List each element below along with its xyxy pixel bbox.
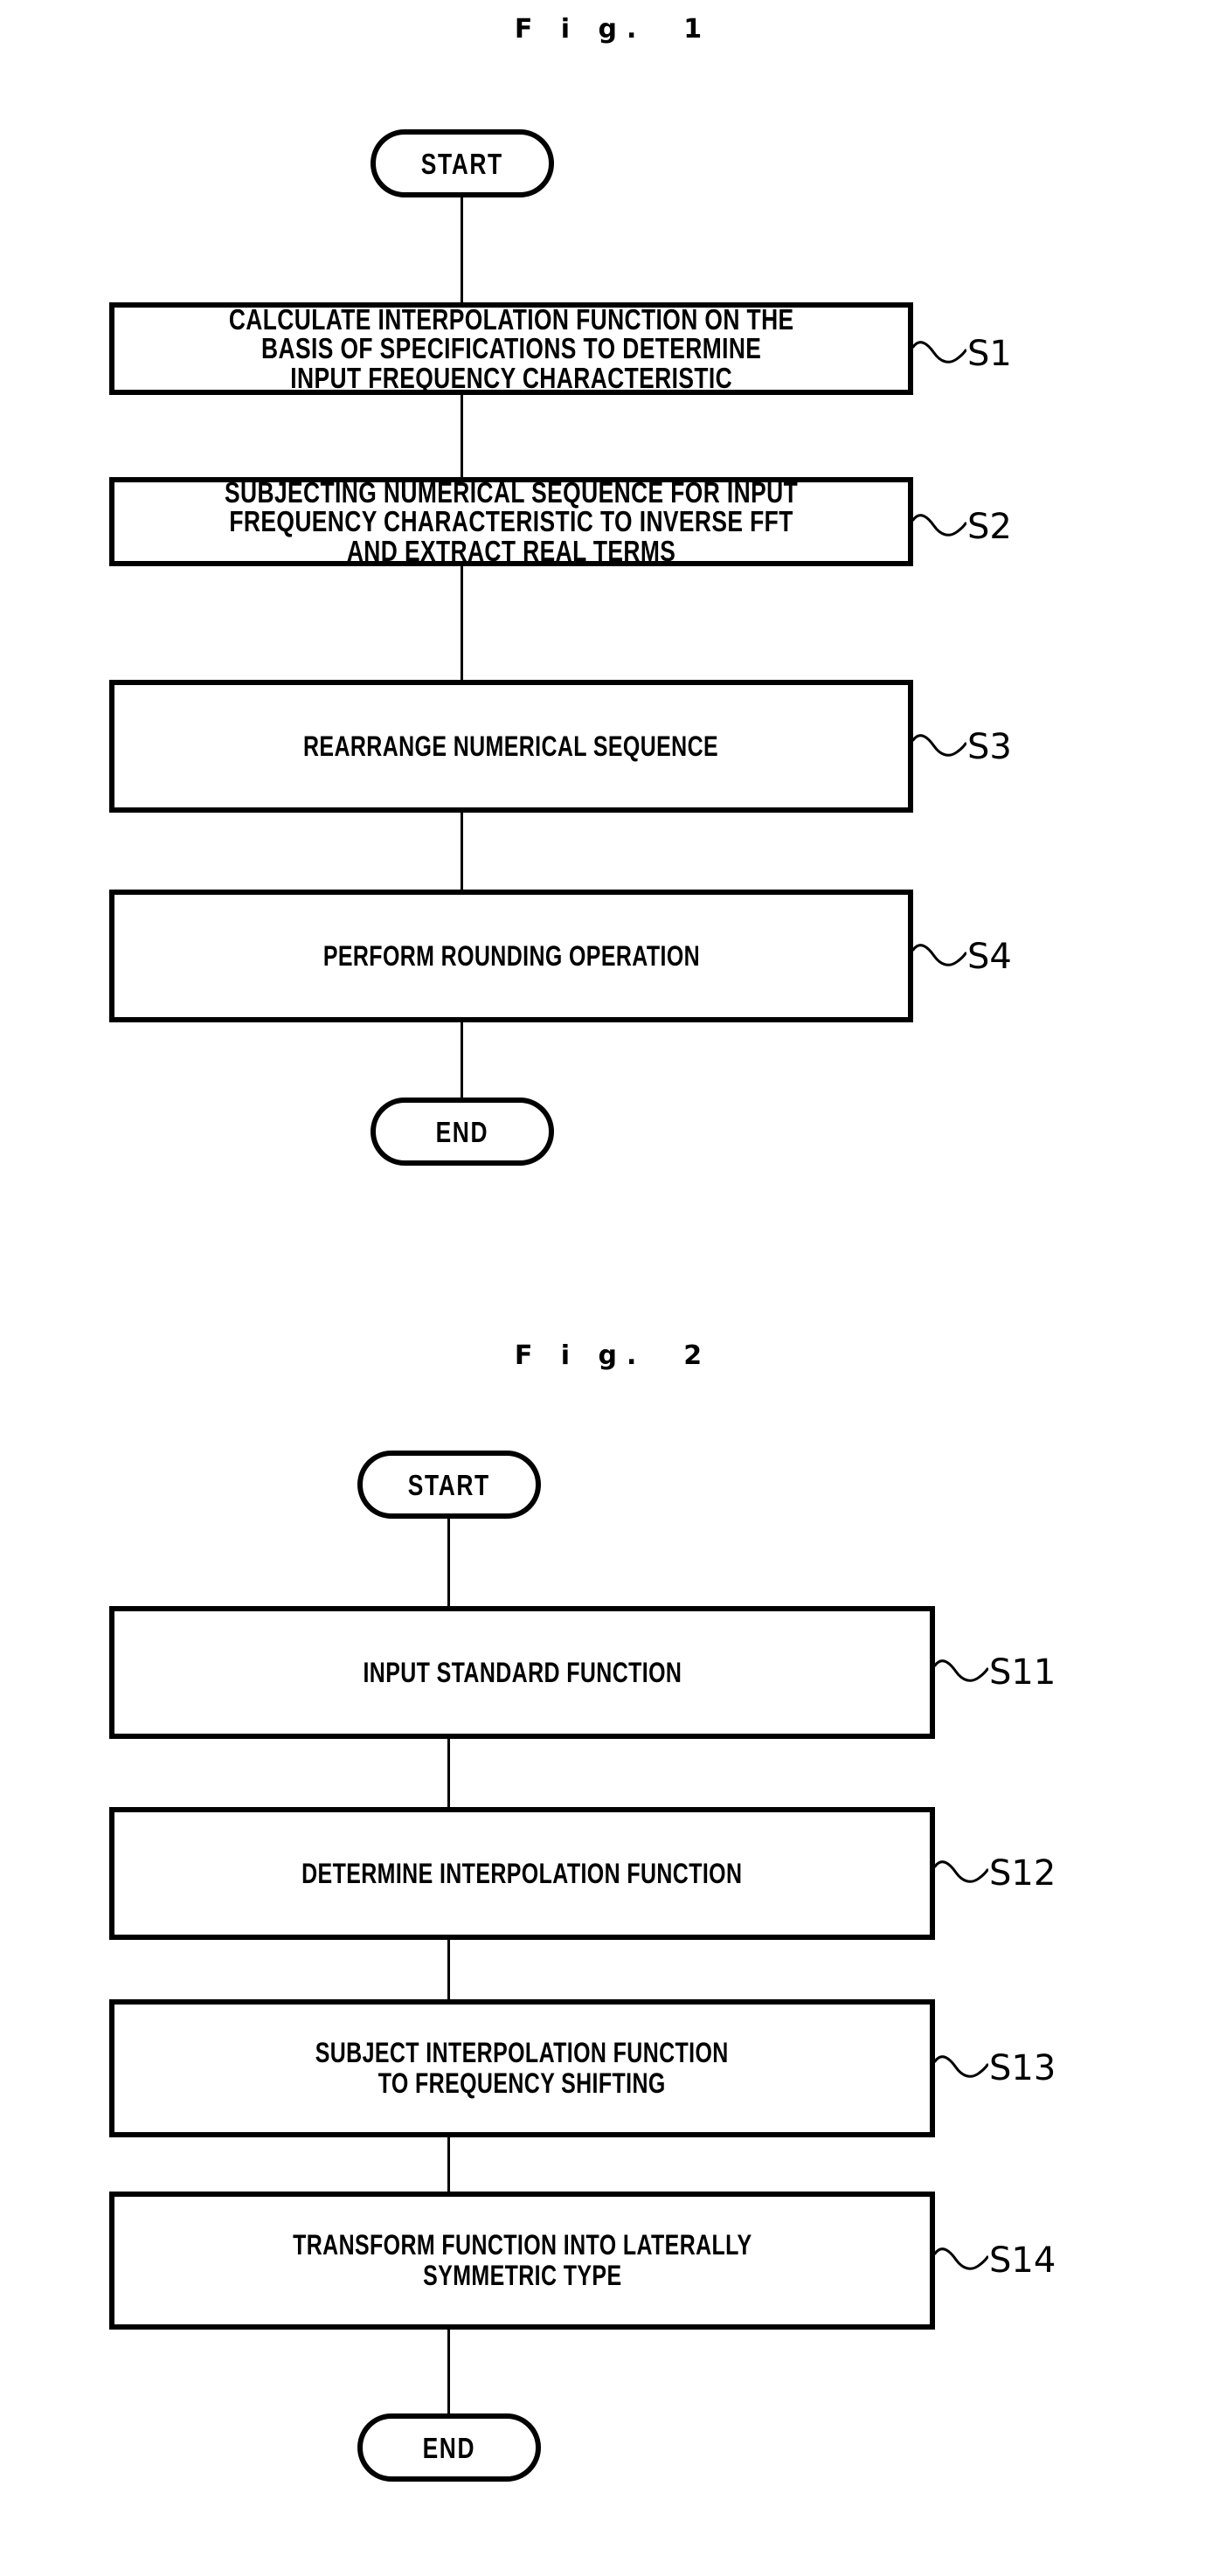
- fig2-process-box-s11: INPUT STANDARD FUNCTION: [109, 1606, 935, 1739]
- squiggle-leader-icon: [934, 1659, 988, 1682]
- figure-1-title: F i g. 1: [514, 14, 712, 45]
- fig1-process-label-s1: CALCULATE INTERPOLATION FUNCTION ON THE …: [228, 302, 794, 394]
- squiggle-leader-icon: [912, 514, 966, 537]
- fig2-connector-s13-s14: [447, 2137, 450, 2192]
- fig2-step-callout-s11: S11: [934, 1648, 1056, 1697]
- fig2-process-box-s14: TRANSFORM FUNCTION INTO LATERALLY SYMMET…: [109, 2192, 935, 2330]
- squiggle-leader-icon: [934, 2247, 988, 2270]
- fig2-start-label: START: [407, 1468, 491, 1501]
- fig1-process-label-s3: REARRANGE NUMERICAL SEQUENCE: [303, 730, 719, 762]
- fig2-step-callout-s12: S12: [934, 1849, 1056, 1898]
- fig2-process-label-s13: SUBJECT INTERPOLATION FUNCTION TO FREQUE…: [315, 2037, 729, 2099]
- fig1-process-box-s2: SUBJECTING NUMERICAL SEQUENCE FOR INPUT …: [109, 477, 913, 566]
- figure-2-title: F i g. 2: [514, 1340, 712, 1371]
- fig1-step-id-s4: S4: [967, 937, 1012, 977]
- fig1-connector-s4-end: [461, 1022, 463, 1099]
- fig1-process-label-s4: PERFORM ROUNDING OPERATION: [322, 939, 700, 972]
- fig2-connector-s14-end: [447, 2330, 450, 2413]
- fig1-end-terminator: END: [371, 1098, 554, 1166]
- fig1-connector-s3-s4: [461, 813, 463, 890]
- fig1-start-terminator: START: [371, 129, 554, 197]
- fig2-step-callout-s14: S14: [934, 2236, 1056, 2285]
- patent-drawing-sheet: F i g. 1 START CALCULATE INTERPOLATION F…: [0, 0, 1226, 2576]
- fig2-process-label-s11: INPUT STANDARD FUNCTION: [363, 1656, 682, 1688]
- fig2-process-box-s12: DETERMINE INTERPOLATION FUNCTION: [109, 1807, 935, 1940]
- fig1-process-box-s1: CALCULATE INTERPOLATION FUNCTION ON THE …: [109, 302, 913, 395]
- fig1-step-id-s2: S2: [967, 507, 1012, 547]
- fig2-end-label: END: [422, 2431, 476, 2464]
- fig1-start-label: START: [420, 147, 504, 180]
- fig1-connector-s1-s2: [461, 395, 463, 477]
- fig1-step-callout-s2: S2: [912, 502, 1012, 551]
- squiggle-leader-icon: [912, 341, 966, 364]
- fig2-connector-start-s11: [447, 1519, 450, 1606]
- fig2-connector-s11-s12: [447, 1739, 450, 1807]
- fig1-process-label-s2: SUBJECTING NUMERICAL SEQUENCE FOR INPUT …: [224, 475, 799, 567]
- fig2-connector-s12-s13: [447, 1940, 450, 1999]
- fig2-step-id-s14: S14: [989, 2240, 1056, 2281]
- fig1-process-box-s4: PERFORM ROUNDING OPERATION: [109, 890, 913, 1022]
- fig1-connector-s2-s3: [461, 566, 463, 680]
- fig2-process-label-s14: TRANSFORM FUNCTION INTO LATERALLY SYMMET…: [292, 2229, 752, 2291]
- fig2-step-id-s12: S12: [989, 1853, 1056, 1894]
- fig1-end-label: END: [435, 1115, 489, 1148]
- fig1-step-id-s1: S1: [967, 334, 1012, 374]
- fig2-step-id-s11: S11: [989, 1652, 1056, 1693]
- fig2-process-label-s12: DETERMINE INTERPOLATION FUNCTION: [301, 1857, 743, 1889]
- fig1-process-box-s3: REARRANGE NUMERICAL SEQUENCE: [109, 680, 913, 813]
- fig2-end-terminator: END: [357, 2413, 541, 2482]
- fig2-step-callout-s13: S13: [934, 2044, 1056, 2093]
- fig1-connector-start-s1: [461, 197, 463, 302]
- squiggle-leader-icon: [934, 1860, 988, 1883]
- squiggle-leader-icon: [912, 944, 966, 966]
- fig1-step-callout-s4: S4: [912, 932, 1012, 981]
- fig1-step-callout-s1: S1: [912, 329, 1012, 378]
- fig2-step-id-s13: S13: [989, 2048, 1056, 2088]
- squiggle-leader-icon: [934, 2055, 988, 2078]
- fig1-step-callout-s3: S3: [912, 723, 1012, 772]
- fig2-start-terminator: START: [357, 1451, 541, 1519]
- fig1-step-id-s3: S3: [967, 727, 1012, 767]
- squiggle-leader-icon: [912, 734, 966, 757]
- fig2-process-box-s13: SUBJECT INTERPOLATION FUNCTION TO FREQUE…: [109, 1999, 935, 2137]
